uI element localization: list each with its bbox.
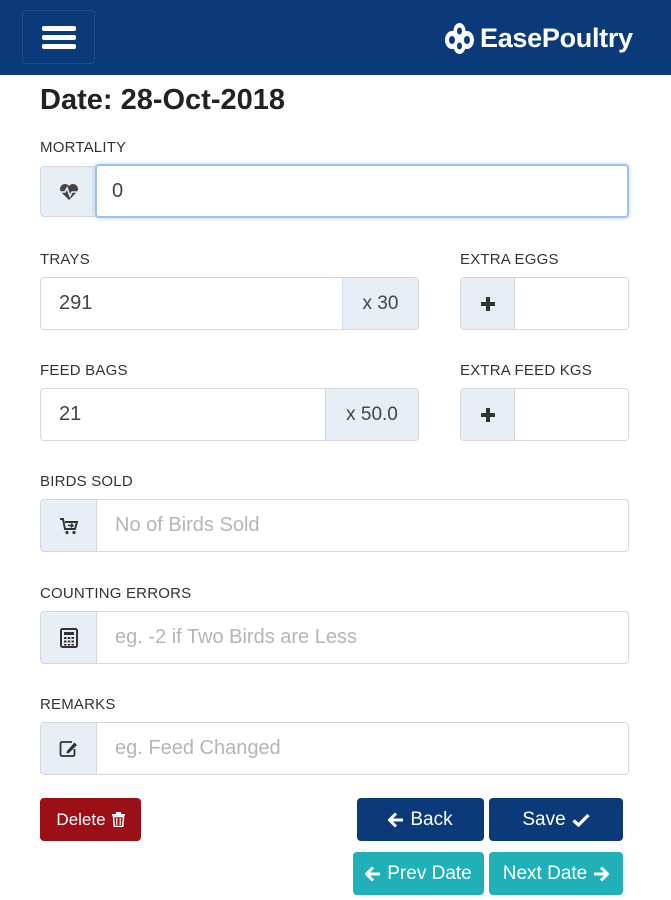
edit-icon — [41, 723, 97, 774]
feed-bags-input[interactable]: 21 — [41, 389, 325, 440]
plus-icon — [461, 389, 515, 440]
counting-errors-input[interactable] — [97, 612, 628, 663]
mortality-input[interactable]: 0 — [95, 164, 629, 218]
calculator-icon — [41, 612, 97, 663]
mortality-addon — [40, 166, 96, 217]
birds-sold-label: BIRDS SOLD — [40, 473, 133, 490]
cart-arrow-icon — [41, 500, 97, 551]
extra-eggs-input[interactable] — [515, 278, 628, 329]
counting-errors-label: COUNTING ERRORS — [40, 585, 192, 602]
remarks-text-input[interactable] — [115, 737, 628, 760]
plus-icon — [461, 278, 515, 329]
extra-feed-kgs-input-group — [460, 388, 629, 441]
mortality-label: MORTALITY — [40, 139, 127, 156]
arrow-left-icon — [365, 865, 381, 882]
prev-date-button[interactable]: Prev Date — [353, 852, 484, 895]
page-title: Date: 28-Oct-2018 — [40, 84, 285, 116]
remarks-label: REMARKS — [40, 696, 116, 713]
remarks-input-group — [40, 722, 629, 775]
checkmark-icon — [572, 813, 590, 827]
remarks-input[interactable] — [97, 723, 628, 774]
egg-cluster-logo-icon — [445, 23, 474, 54]
feed-bags-multiplier: x 50.0 — [325, 389, 418, 440]
trays-input-group: 291 x 30 — [40, 277, 419, 330]
arrow-right-icon — [594, 865, 610, 882]
back-button[interactable]: Back — [357, 798, 484, 841]
counting-errors-input-group — [40, 611, 629, 664]
feed-bags-label: FEED BAGS — [40, 362, 128, 379]
trash-icon — [111, 812, 125, 827]
hamburger-menu-icon — [42, 26, 76, 31]
trays-label: TRAYS — [40, 251, 90, 268]
save-button[interactable]: Save — [489, 798, 623, 841]
extra-eggs-label: EXTRA EGGS — [460, 251, 559, 268]
arrow-left-icon — [388, 811, 404, 828]
trays-multiplier: x 30 — [342, 278, 418, 329]
counting-errors-text-input[interactable] — [115, 626, 628, 649]
next-date-button[interactable]: Next Date — [489, 852, 623, 895]
brand[interactable]: EasePoultry — [442, 18, 633, 58]
birds-sold-input[interactable] — [97, 500, 628, 551]
brand-name: EasePoultry — [480, 22, 633, 53]
navbar: EasePoultry — [0, 0, 671, 75]
menu-button[interactable] — [22, 10, 95, 64]
delete-button[interactable]: Delete — [40, 798, 141, 841]
trays-input[interactable]: 291 — [41, 278, 342, 329]
extra-feed-kgs-label: EXTRA FEED KGS — [460, 362, 592, 379]
extra-eggs-input-group — [460, 277, 629, 330]
birds-sold-text-input[interactable] — [115, 514, 628, 537]
feed-bags-input-group: 21 x 50.0 — [40, 388, 419, 441]
extra-feed-kgs-input[interactable] — [515, 389, 628, 440]
heartbeat-icon — [59, 183, 78, 200]
birds-sold-input-group — [40, 499, 629, 552]
